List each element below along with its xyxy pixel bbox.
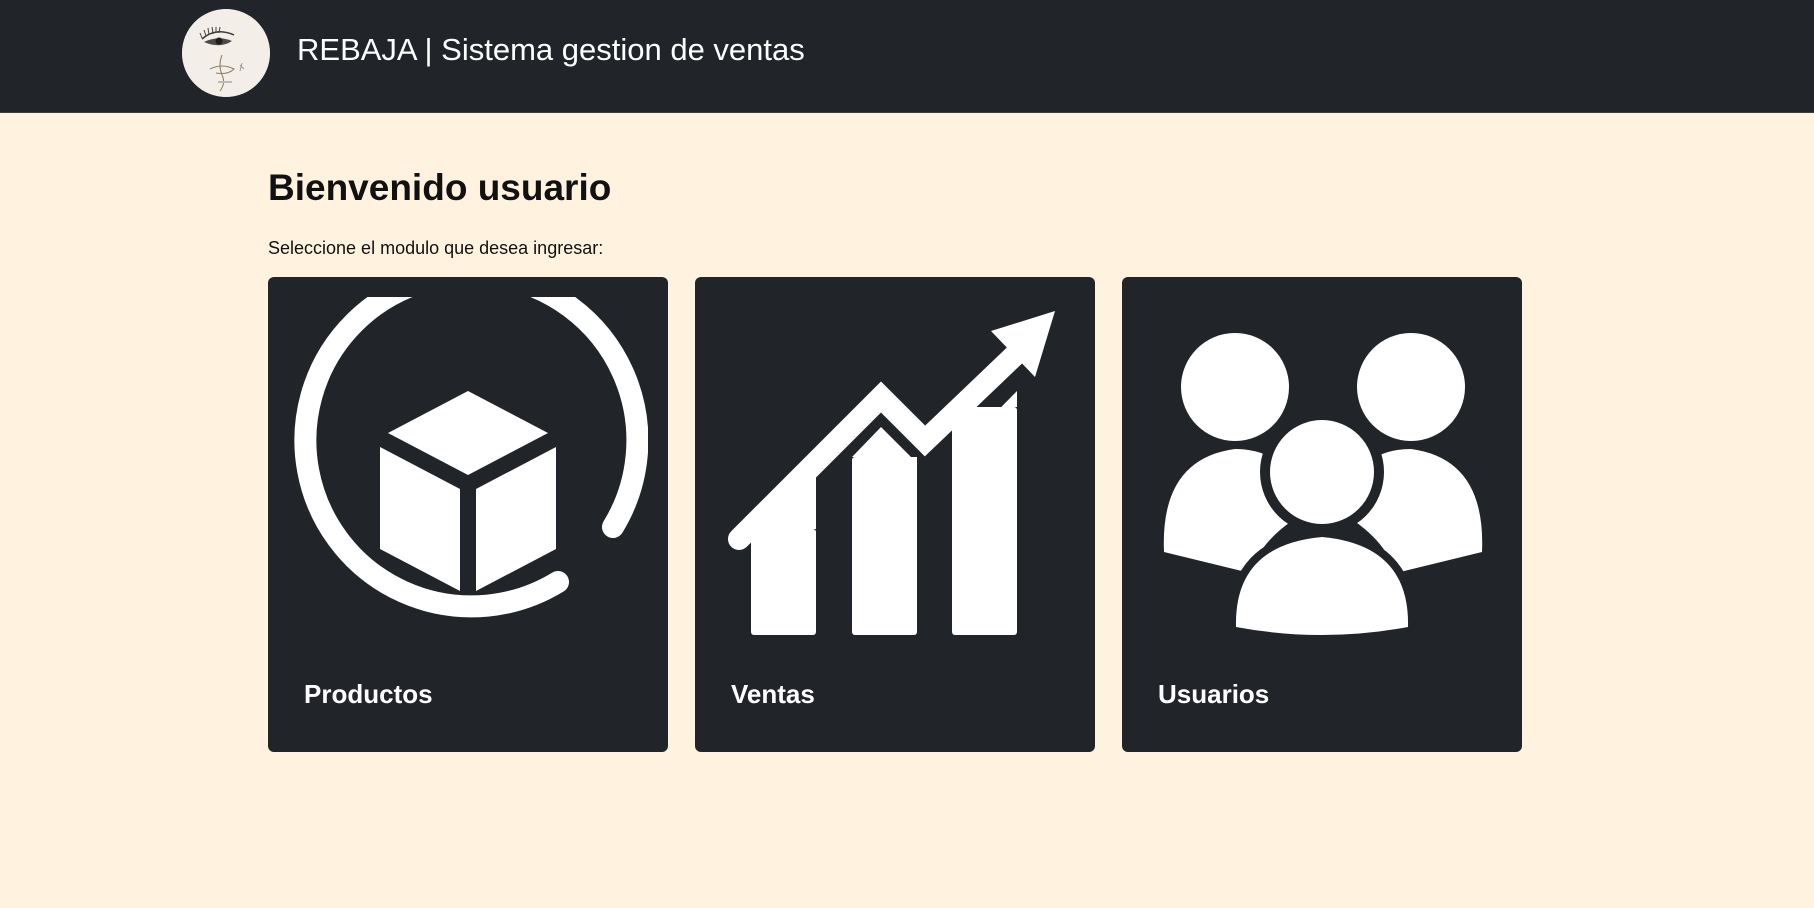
brand-title[interactable]: REBAJA | Sistema gestion de ventas [297,30,805,70]
page-subtitle: Seleccione el modulo que desea ingresar: [268,238,604,258]
module-label: Usuarios [1158,679,1270,709]
box-icon [288,297,648,657]
growth-chart-icon [715,297,1075,657]
module-card-productos[interactable]: Productos [268,277,668,752]
eye-sketch-logo-icon [182,9,270,97]
module-card-usuarios[interactable]: Usuarios [1122,277,1522,752]
module-card-ventas[interactable]: Ventas [695,277,1095,752]
users-group-icon [1142,297,1502,657]
module-label: Ventas [731,679,815,709]
page-title: Bienvenido usuario [268,167,612,208]
module-label: Productos [304,679,433,709]
brand-logo[interactable] [182,9,270,97]
top-navbar: REBAJA | Sistema gestion de ventas [0,0,1814,113]
